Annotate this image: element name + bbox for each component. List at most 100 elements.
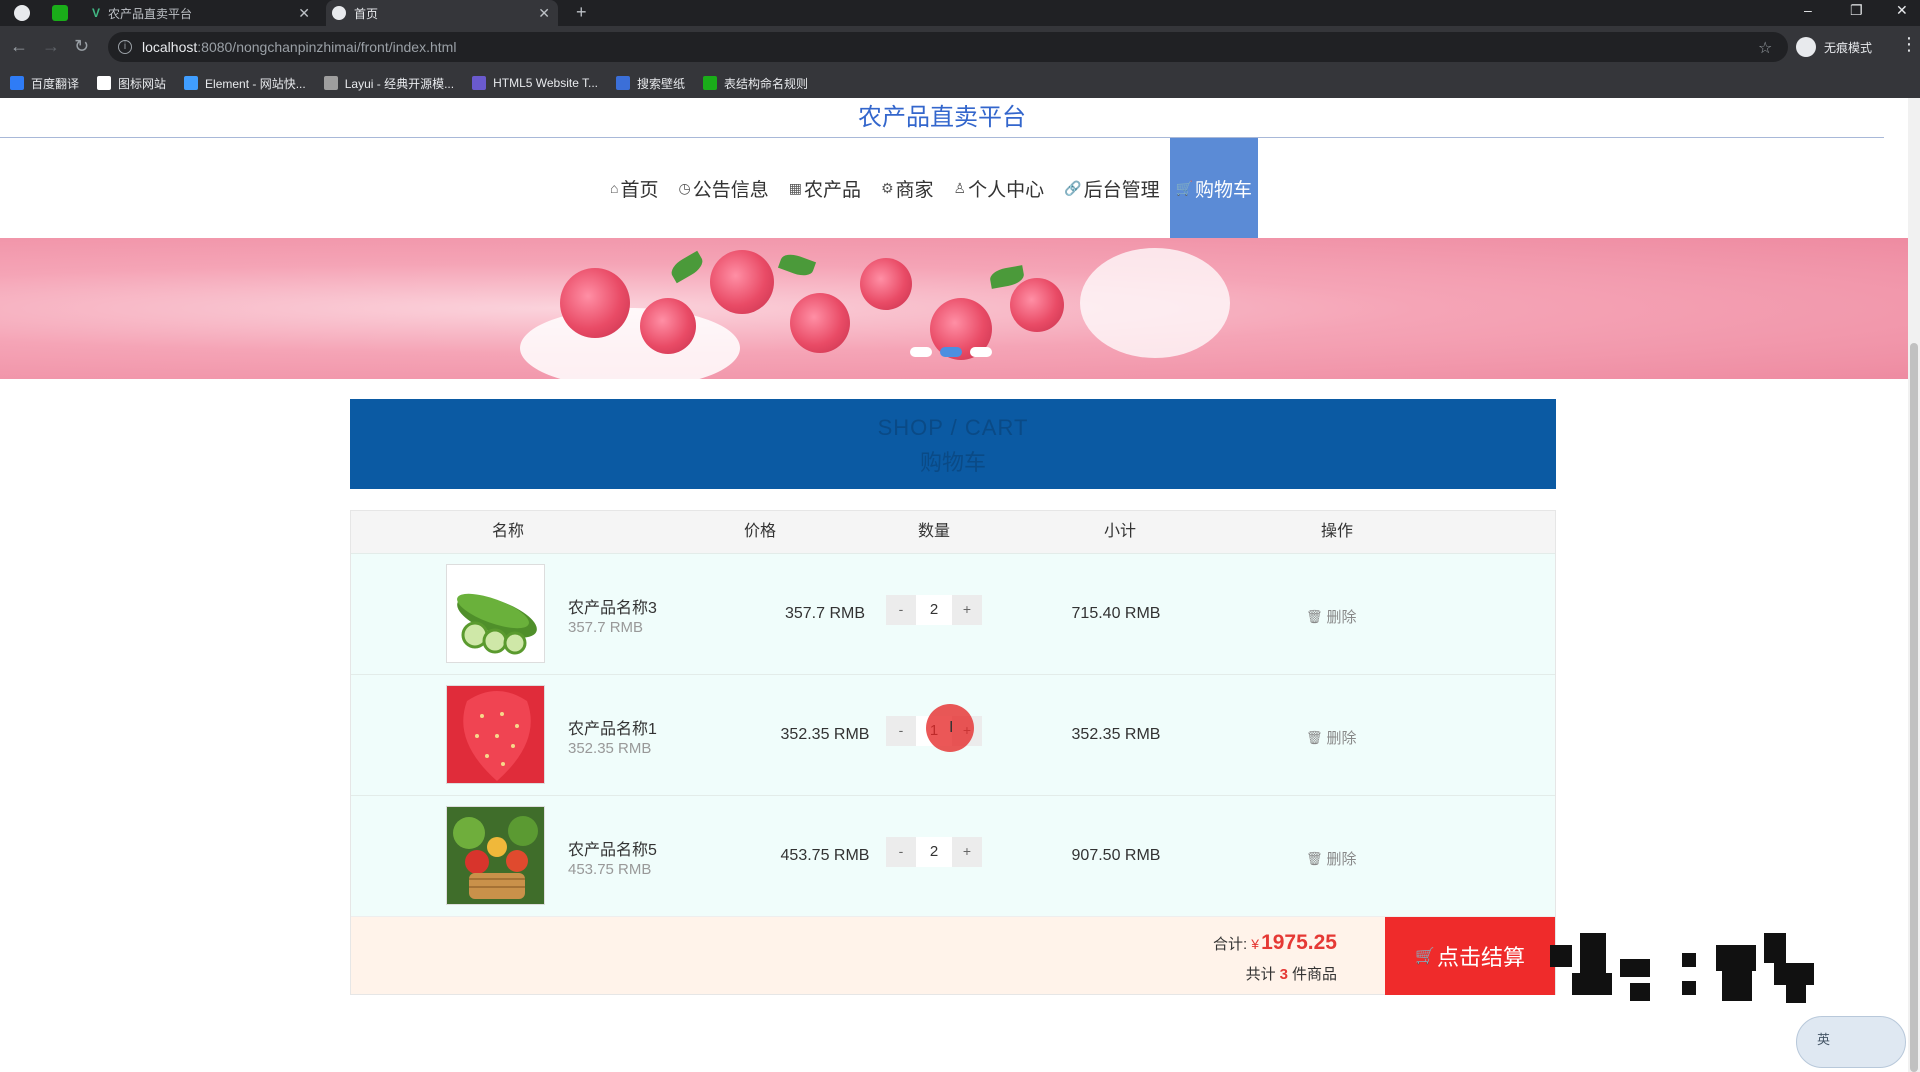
banner-heart xyxy=(1080,248,1230,358)
bookmark-item[interactable]: 搜索壁纸 xyxy=(616,75,685,92)
bookmark-item[interactable]: 百度翻译 xyxy=(10,75,79,92)
bookmark-item[interactable]: Layui - 经典开源模... xyxy=(323,75,454,92)
delete-button[interactable]: 🗑 删除 xyxy=(1306,848,1357,869)
nav-item-clock[interactable]: ◷ 公告信息 xyxy=(668,138,778,238)
forward-icon[interactable]: → xyxy=(42,36,60,57)
minimize-icon[interactable]: – xyxy=(1804,2,1812,18)
bookmark-item[interactable]: HTML5 Website T... xyxy=(472,76,598,90)
pinned-tab-icon[interactable] xyxy=(52,5,68,21)
quantity-input[interactable]: 2 xyxy=(916,837,952,867)
url-host: localhost xyxy=(142,39,198,55)
row-subtotal: 352.35 RMB xyxy=(1071,726,1161,743)
close-tab-icon[interactable]: ✕ xyxy=(298,5,310,22)
increase-button[interactable]: + xyxy=(952,595,982,625)
delete-button[interactable]: 🗑 删除 xyxy=(1306,727,1357,748)
nav-label: 购物车 xyxy=(1195,179,1253,201)
count-suffix: 件商品 xyxy=(1291,966,1337,983)
trash-icon: 🗑 xyxy=(1306,850,1323,866)
nav-label: 个人中心 xyxy=(968,179,1045,201)
carousel-dot-active[interactable] xyxy=(940,347,962,357)
product-price: 357.7 RMB xyxy=(784,605,866,622)
nav-item-cart[interactable]: 🛒 购物车 xyxy=(1169,138,1259,238)
new-tab-icon[interactable]: + xyxy=(576,2,587,23)
clock-icon: ◷ xyxy=(678,179,691,196)
incognito-icon xyxy=(1796,37,1816,57)
decrease-button[interactable]: - xyxy=(886,837,916,867)
total-label: 合计: xyxy=(1212,936,1248,953)
text-cursor-icon: I xyxy=(949,719,954,736)
delete-label: 删除 xyxy=(1326,851,1357,868)
tab-strip: V 农产品直卖平台 ✕ 首页 ✕ + – ❐ ✕ xyxy=(0,0,1920,26)
user-icon: ♙ xyxy=(953,179,967,196)
carousel-dot[interactable] xyxy=(910,347,932,357)
product-name[interactable]: 农产品名称1 xyxy=(568,715,657,739)
incognito-profile[interactable]: 无痕模式 xyxy=(1796,37,1872,57)
reload-icon[interactable]: ↻ xyxy=(74,36,89,57)
product-image-strawberry[interactable] xyxy=(446,685,545,784)
nav-label: 公告信息 xyxy=(692,179,769,201)
total-amount: 1975.25 xyxy=(1261,931,1337,954)
currency-symbol: ¥ xyxy=(1251,936,1260,952)
bookmark-item[interactable]: 图标网站 xyxy=(97,75,166,92)
decrease-button[interactable]: - xyxy=(886,595,916,625)
quantity-stepper: - 2 + xyxy=(886,837,982,867)
decrease-button[interactable]: - xyxy=(886,716,916,746)
cart-summary: 合计: ¥ 1975.25 共计 3 件商品 🛒 点击结算 xyxy=(351,916,1555,995)
increase-button[interactable]: + xyxy=(952,837,982,867)
cart-icon: 🛒 xyxy=(1175,179,1194,196)
product-unit-price: 453.75 RMB xyxy=(568,861,652,878)
cart-header-en: SHOP / CART xyxy=(877,415,1029,440)
nav-item-gear[interactable]: ⚙ 商家 xyxy=(871,138,944,238)
product-unit-price: 352.35 RMB xyxy=(568,740,652,757)
bookmark-label: 搜索壁纸 xyxy=(637,76,686,91)
nav-item-link[interactable]: 🔗 后台管理 xyxy=(1054,138,1169,238)
menu-icon[interactable]: ⋮ xyxy=(1900,34,1918,55)
banner-leaf xyxy=(667,250,707,284)
cart-row: 农产品名称3 357.7 RMB 357.7 RMB - 2 + 715.40 … xyxy=(351,553,1555,674)
banner-rose xyxy=(710,250,774,314)
delete-button[interactable]: 🗑 删除 xyxy=(1306,606,1357,627)
bookmark-icon xyxy=(10,76,24,90)
gear-icon: ⚙ xyxy=(880,179,894,196)
restore-icon[interactable]: ❐ xyxy=(1850,2,1863,19)
banner-carousel[interactable] xyxy=(0,238,1908,379)
url-input[interactable]: i localhost :8080/nongchanpinzhimai/fron… xyxy=(108,32,1788,62)
nav-item-user[interactable]: ♙ 个人中心 xyxy=(944,138,1055,238)
scrollbar-thumb[interactable] xyxy=(1910,343,1918,1072)
ime-indicator[interactable]: 英 xyxy=(1796,1016,1906,1068)
product-image-cucumber[interactable] xyxy=(446,564,545,663)
tab-title: 农产品直卖平台 xyxy=(108,6,193,21)
back-icon[interactable]: ← xyxy=(10,36,28,57)
pinned-tab-icon[interactable] xyxy=(14,5,30,21)
vue-icon: V xyxy=(92,6,101,20)
tab-active[interactable]: 首页 ✕ xyxy=(326,0,558,26)
product-image-vegetables[interactable] xyxy=(446,806,545,905)
bookmark-icon xyxy=(323,76,338,90)
carousel-dot[interactable] xyxy=(970,347,992,357)
close-tab-icon[interactable]: ✕ xyxy=(538,5,550,22)
bookmark-item[interactable]: 表结构命名规则 xyxy=(703,75,808,92)
bookmark-icon xyxy=(472,76,487,90)
quantity-input[interactable]: 2 xyxy=(916,595,952,625)
bookmark-label: 表结构命名规则 xyxy=(724,76,809,91)
close-window-icon[interactable]: ✕ xyxy=(1896,2,1908,19)
delete-label: 删除 xyxy=(1326,730,1357,747)
product-name[interactable]: 农产品名称3 xyxy=(568,594,657,618)
banner-rose xyxy=(1010,278,1064,332)
bookmark-star-icon[interactable]: ☆ xyxy=(1758,38,1772,58)
bookmark-icon xyxy=(184,76,199,90)
bookmark-label: 百度翻译 xyxy=(31,76,80,91)
bookmark-icon xyxy=(703,76,718,90)
bookmark-item[interactable]: Element - 网站快... xyxy=(184,75,306,92)
checkout-button[interactable]: 🛒 点击结算 xyxy=(1385,917,1555,995)
page-scrollbar[interactable] xyxy=(1908,98,1920,1072)
nav-item-home[interactable]: ⌂ 首页 xyxy=(600,138,668,238)
item-count-line: 共计 3 件商品 xyxy=(1246,963,1337,984)
site-title: 农产品直卖平台 xyxy=(0,98,1884,138)
quantity-stepper: - 2 + xyxy=(886,595,982,625)
product-name[interactable]: 农产品名称5 xyxy=(568,836,657,860)
tab-inactive[interactable]: V 农产品直卖平台 ✕ xyxy=(86,0,318,26)
grid-icon: ▦ xyxy=(788,179,802,196)
info-icon[interactable]: i xyxy=(118,40,132,54)
nav-item-grid[interactable]: ▦ 农产品 xyxy=(779,138,871,238)
